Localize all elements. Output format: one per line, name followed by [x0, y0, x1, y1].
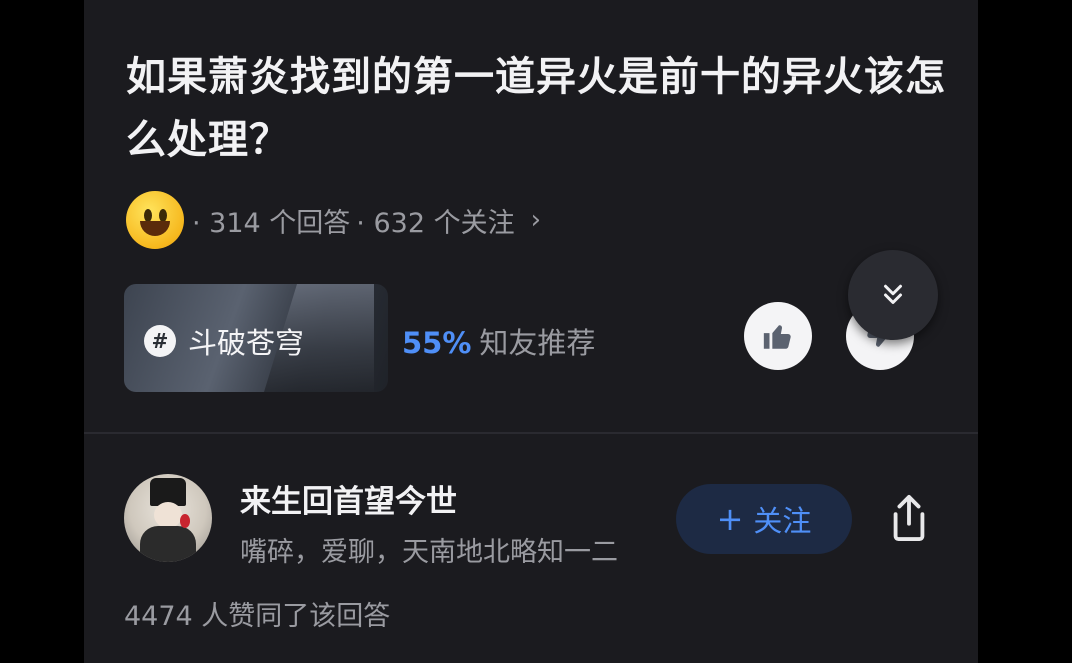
author-bio: 嘴碎，爱聊，天南地北略知一二 [240, 537, 618, 568]
hashtag-icon: # [144, 325, 176, 357]
thumbs-up-icon [763, 325, 791, 349]
answer-count: · 314 个回答 [192, 207, 351, 239]
double-chevron-down-icon [884, 284, 902, 304]
share-icon [893, 494, 925, 541]
follower-count: · 632 个关注 [356, 207, 515, 239]
follow-label: 关注 [753, 504, 812, 538]
plus-icon: + [716, 500, 744, 538]
author-avatar[interactable] [124, 474, 212, 562]
share-button[interactable] [884, 488, 934, 548]
collapse-button[interactable] [848, 250, 938, 340]
recommend-rate: 55% 知友推荐 [402, 320, 595, 362]
author-name[interactable]: 来生回首望今世 [240, 476, 457, 521]
topic-label: 斗破苍穹 [188, 326, 305, 360]
zhihu-question-page: 如果萧炎找到的第一道异火是前十的异火该怎么处理？ · 314 个回答 · 632… [84, 0, 978, 663]
recommend-percent: 55% [402, 326, 472, 360]
thumbs-up-button[interactable] [744, 302, 812, 370]
question-title[interactable]: 如果萧炎找到的第一道异火是前十的异火该怎么处理？ [126, 46, 946, 172]
follow-button[interactable]: + 关注 [676, 484, 852, 554]
smiley-icon [126, 191, 184, 249]
topic-tag: # 斗破苍穹 [144, 320, 304, 362]
recommend-label: 知友推荐 [479, 326, 596, 360]
section-divider [84, 432, 978, 434]
likes-count: 4474 人赞同了该回答 [124, 601, 391, 632]
chevron-right-icon: › [530, 205, 541, 235]
question-meta[interactable]: · 314 个回答 · 632 个关注 › [126, 190, 541, 250]
topic-card[interactable]: # 斗破苍穹 [124, 284, 388, 392]
